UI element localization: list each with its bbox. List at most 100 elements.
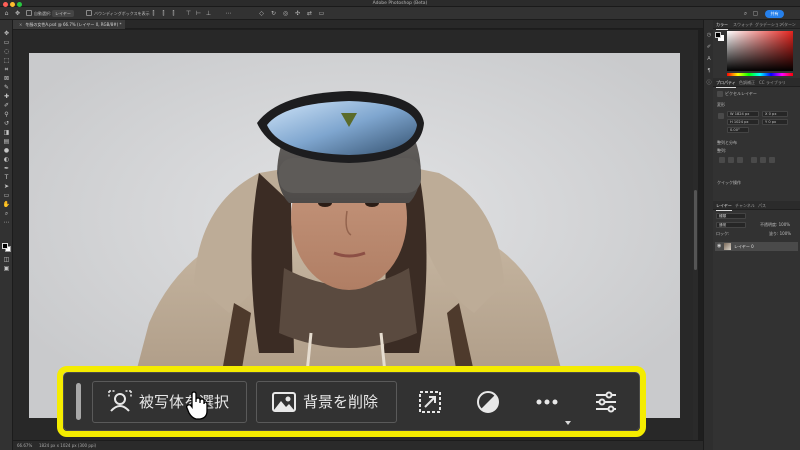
blend-mode-select[interactable]: 通常 [716, 222, 746, 228]
paragraph-panel-icon[interactable]: ¶ [706, 68, 712, 74]
hue-slider[interactable] [727, 73, 793, 76]
3d-drag-icon[interactable]: ✣ [294, 10, 301, 17]
move-tool-icon[interactable]: ✥ [2, 30, 11, 37]
drag-handle[interactable] [76, 383, 81, 420]
3d-scale-icon[interactable]: ▭ [318, 10, 325, 17]
photo-woman-winter [29, 53, 680, 418]
path-select-tool-icon[interactable]: ➤ [2, 183, 11, 190]
y-field[interactable]: Y 0 px [762, 119, 788, 125]
3d-slide-icon[interactable]: ⇄ [306, 10, 313, 17]
hand-tool-icon[interactable]: ✋ [2, 201, 11, 208]
select-subject-button[interactable]: 被写体を選択 [92, 381, 247, 423]
healing-brush-icon[interactable]: ✚ [2, 93, 11, 100]
auto-select-target[interactable]: レイヤー [52, 10, 74, 17]
tab-adjustments[interactable]: 色調補正 [739, 78, 755, 87]
width-field[interactable]: W 1824 px [727, 111, 759, 117]
align-center-icon[interactable]: ⫿ [160, 10, 167, 17]
pen-tool-icon[interactable]: ✒ [2, 165, 11, 172]
object-select-tool-icon[interactable]: ⬚ [2, 57, 11, 64]
move-tool-icon[interactable]: ✥ [14, 10, 21, 17]
align-middle-icon[interactable]: ⊢ [195, 10, 202, 17]
height-field[interactable]: H 1024 px [727, 119, 759, 125]
character-panel-icon[interactable]: A [706, 56, 712, 62]
tab-cc-libraries[interactable]: CC ライブラリ [759, 78, 786, 87]
gradient-tool-icon[interactable]: ▤ [2, 138, 11, 145]
more-dots-icon[interactable] [534, 389, 560, 415]
tab-layers[interactable]: レイヤー [716, 201, 732, 211]
frame-tool-icon[interactable]: ⊠ [2, 75, 11, 82]
tab-paths[interactable]: パス [758, 201, 766, 210]
3d-roll-icon[interactable]: ◎ [282, 10, 289, 17]
align-left-icon[interactable]: ⫿ [150, 10, 157, 17]
vertical-scrollbar[interactable] [693, 60, 698, 450]
align-horizontal-centers-icon[interactable] [728, 157, 734, 163]
opacity-field[interactable]: 不透明度: 100% [760, 222, 790, 228]
align-right-icon[interactable]: ⫿ [170, 10, 177, 17]
zoom-level[interactable]: 66.67% [17, 441, 32, 450]
share-button[interactable]: 共有 [765, 10, 784, 18]
quick-mask-icon[interactable]: ◫ [2, 256, 11, 263]
shape-tool-icon[interactable]: ▭ [2, 192, 11, 199]
tab-patterns[interactable]: パターン [780, 20, 796, 29]
info-panel-icon[interactable]: ⓘ [706, 80, 712, 86]
stamp-tool-icon[interactable]: ⚲ [2, 111, 11, 118]
3d-mode-icon[interactable]: ◇ [258, 10, 265, 17]
auto-select-checkbox[interactable] [26, 10, 32, 16]
more-tools-icon[interactable]: ⋯ [2, 219, 11, 226]
search-icon[interactable]: ⌕ [742, 10, 749, 17]
transform-selection-icon[interactable] [417, 389, 443, 415]
chevron-down-icon[interactable] [565, 421, 571, 425]
color-picker-field[interactable] [727, 31, 793, 71]
align-top-icon[interactable]: ⊤ [185, 10, 192, 17]
3d-rotate-icon[interactable]: ↻ [270, 10, 277, 17]
crop-tool-icon[interactable]: ⌗ [2, 66, 11, 73]
history-brush-icon[interactable]: ↺ [2, 120, 11, 127]
artboard-tool-icon[interactable]: ▭ [2, 39, 11, 46]
angle-field[interactable]: 0.00° [727, 127, 749, 133]
more-options-icon[interactable]: ⋯ [225, 10, 232, 17]
tab-swatches[interactable]: スウォッチ [733, 20, 753, 29]
layer-name[interactable]: レイヤー 0 [734, 242, 754, 251]
document-info[interactable]: 1824 px x 1024 px (300 ppi) [39, 441, 96, 450]
foreground-color-swatch[interactable] [2, 243, 8, 249]
fill-field[interactable]: 塗り: 100% [769, 231, 791, 237]
show-transform-checkbox[interactable] [86, 10, 92, 16]
layer-filter-kind[interactable]: 種類 [716, 213, 746, 219]
history-panel-icon[interactable]: ◷ [706, 32, 712, 38]
layer-row[interactable]: ◉ レイヤー 0 [715, 242, 798, 251]
align-bottom-icon[interactable]: ⊥ [205, 10, 212, 17]
align-bottom-edges-icon[interactable] [769, 157, 775, 163]
x-field[interactable]: X 0 px [762, 111, 788, 117]
color-foreground-swatch[interactable] [715, 32, 721, 38]
scroll-thumb[interactable] [694, 190, 697, 270]
home-icon[interactable]: ⌂ [3, 10, 10, 17]
tab-properties[interactable]: プロパティ [716, 78, 736, 88]
align-top-edges-icon[interactable] [751, 157, 757, 163]
workspace-icon[interactable]: ▢ [752, 10, 759, 17]
tab-channels[interactable]: チャンネル [735, 201, 755, 210]
panel-icon-strip: ◷ ✐ A ¶ ⓘ [703, 20, 713, 450]
dodge-tool-icon[interactable]: ◐ [2, 156, 11, 163]
eyedropper-tool-icon[interactable]: ✎ [2, 84, 11, 91]
link-icon[interactable] [718, 113, 724, 119]
tab-gradients[interactable]: グラデーション [755, 20, 783, 29]
blur-tool-icon[interactable]: ● [2, 147, 11, 154]
lasso-tool-icon[interactable]: ◌ [2, 48, 11, 55]
remove-background-button[interactable]: 背景を削除 [256, 381, 397, 423]
adjustment-circle-icon[interactable] [475, 389, 501, 415]
document-tab[interactable]: × 冬服の女性A.psd @ 66.7% (レイヤー 0, RGB/8#) * [13, 20, 126, 29]
type-tool-icon[interactable]: T [2, 174, 11, 181]
eraser-tool-icon[interactable]: ◨ [2, 129, 11, 136]
align-right-edges-icon[interactable] [737, 157, 743, 163]
tab-color[interactable]: カラー [716, 20, 728, 30]
align-vertical-centers-icon[interactable] [760, 157, 766, 163]
close-tab-icon[interactable]: × [19, 22, 22, 27]
eye-icon[interactable]: ◉ [717, 243, 721, 250]
brush-panel-icon[interactable]: ✐ [706, 44, 712, 50]
screen-mode-icon[interactable]: ▣ [2, 265, 11, 272]
document-canvas[interactable] [29, 53, 680, 418]
zoom-tool-icon[interactable]: ⌕ [2, 210, 11, 217]
align-left-edges-icon[interactable] [719, 157, 725, 163]
brush-tool-icon[interactable]: ✐ [2, 102, 11, 109]
sliders-icon[interactable] [593, 389, 619, 415]
